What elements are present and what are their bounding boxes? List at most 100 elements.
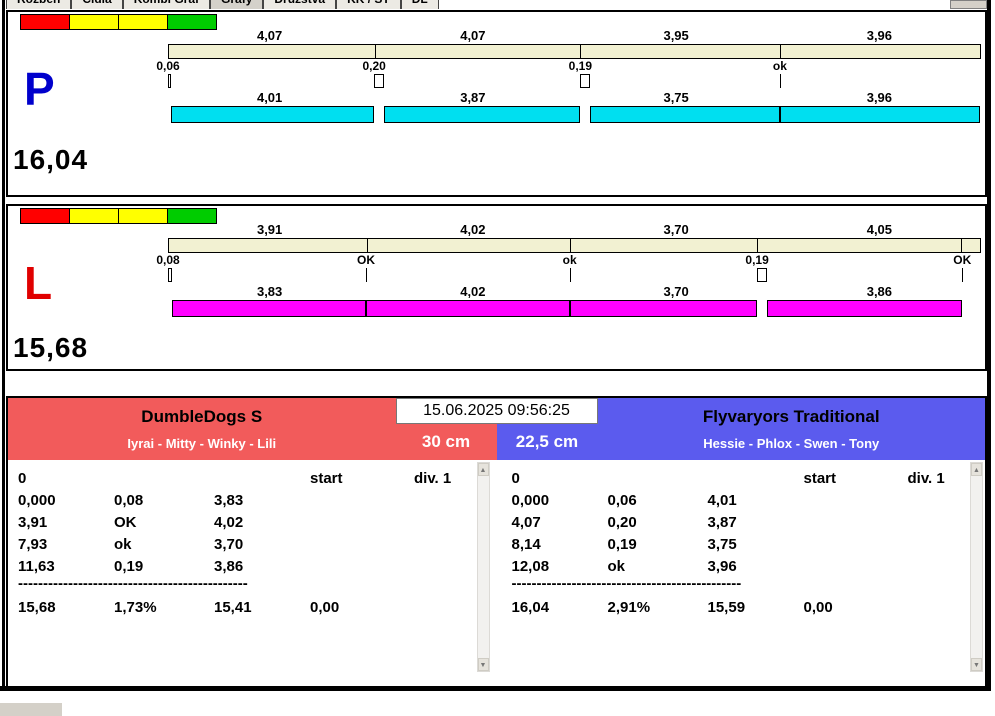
lane-letter: P xyxy=(24,63,55,115)
table-cell: 15,41 xyxy=(214,598,252,616)
crossing-labels: 0,08 OK ok 0,19 OK xyxy=(156,253,981,268)
window-corner-fragment xyxy=(0,703,62,716)
status-light xyxy=(69,14,119,30)
table-cell: 0,08 xyxy=(114,491,144,509)
lane-letter: L xyxy=(24,257,53,309)
split-divider xyxy=(374,45,376,58)
table-cell: 3,83 xyxy=(214,491,244,509)
crossing-ok-line xyxy=(779,74,781,88)
team-right-header: Flyvaryors Traditional Hessie - Phlox - … xyxy=(597,398,985,460)
jump-heights-row: 30 cm 22,5 cm xyxy=(395,424,598,460)
status-light xyxy=(118,208,168,224)
dog-run-segment xyxy=(366,300,570,317)
table-cell: OK xyxy=(114,513,137,531)
table-cell: 4,02 xyxy=(214,513,244,531)
jump-height-left: 30 cm xyxy=(395,424,497,460)
split-divider xyxy=(779,45,781,58)
tab-druzstva[interactable]: Druzstva xyxy=(263,0,337,9)
team-name: Flyvaryors Traditional xyxy=(702,407,880,426)
dog-time-labels: 4,01 3,87 3,75 3,96 xyxy=(168,90,981,106)
crossing-label: 0,19 xyxy=(568,59,593,73)
dog-run-segment xyxy=(766,300,963,317)
status-light xyxy=(69,208,119,224)
lane-total-time: 16,04 xyxy=(13,144,89,175)
table-cell: 0,00 xyxy=(310,598,340,616)
crossing-label: OK xyxy=(953,253,972,267)
split-divider xyxy=(366,239,368,252)
table-row: 16,04 2,91% 15,59 0,00 xyxy=(512,595,968,619)
crossing-loss-box xyxy=(374,74,385,88)
table-cell: div. 1 xyxy=(414,469,452,487)
team-members: Hessie - Phlox - Swen - Tony xyxy=(703,436,880,451)
table-row: 7,93 ok 3,70 xyxy=(18,533,474,555)
tab-kombi-graf[interactable]: Kombi Graf xyxy=(122,0,211,9)
table-row: 15,68 1,73% 15,41 0,00 xyxy=(18,595,474,619)
tab-kk-st[interactable]: KK / ST xyxy=(336,0,401,9)
tab-dl[interactable]: DL xyxy=(400,0,439,9)
tab-grafy[interactable]: Grafy xyxy=(210,0,264,9)
table-row: 0 start div. 1 xyxy=(18,467,474,489)
table-cell: 4,07 xyxy=(511,513,541,531)
table-row: 12,08 ok 3,96 xyxy=(512,555,968,577)
dog-time-label: 3,75 xyxy=(663,90,689,105)
crossing-ok-line xyxy=(366,268,368,282)
status-light xyxy=(20,14,70,30)
table-cell: 0,000 xyxy=(18,491,56,509)
scroll-down-icon[interactable]: ▼ xyxy=(477,658,489,671)
crossing-loss-box xyxy=(168,74,172,88)
table-cell: 15,59 xyxy=(707,598,746,616)
table-cell: 3,75 xyxy=(707,535,737,553)
dog-run-segment xyxy=(171,106,375,123)
table-cell: 3,70 xyxy=(214,535,244,553)
table-cell: 1,73% xyxy=(114,598,157,616)
dog-time-label: 3,87 xyxy=(460,90,486,105)
dog-run-segment xyxy=(569,300,758,317)
official-split-label: 4,02 xyxy=(460,222,486,237)
team-right-results: 0 start div. 1 0,000 0,06 4,01 4,07 0,20 3,87 8,1… xyxy=(501,460,985,686)
window-border-left xyxy=(2,0,5,690)
lane-panel-p: P 16,04 4,07 4,07 3,95 3,96 0,06 0,20 0,19 ok … xyxy=(6,10,987,197)
table-cell: 2,91% xyxy=(607,598,651,616)
dog-time-labels: 3,83 4,02 3,70 3,86 xyxy=(168,284,981,300)
scroll-up-icon[interactable]: ▲ xyxy=(971,463,982,476)
table-cell: start xyxy=(803,469,837,487)
lane-chart: 4,07 4,07 3,95 3,96 0,06 0,20 0,19 ok 4,01 3,87… xyxy=(156,28,981,124)
dog-run-segment xyxy=(172,300,367,317)
lane-chart: 3,91 4,02 3,70 4,05 0,08 OK ok 0,19 OK 3,83 4,02… xyxy=(156,222,981,318)
table-cell: 0,00 xyxy=(803,598,833,616)
crossing-label: ok xyxy=(772,59,787,73)
split-divider xyxy=(569,239,571,252)
crossing-loss-box xyxy=(757,268,767,282)
table-separator: ----------------------------------------… xyxy=(511,577,742,592)
table-cell: ok xyxy=(607,557,626,575)
official-split-labels: 4,07 4,07 3,95 3,96 xyxy=(168,28,981,44)
crossing-labels: 0,06 0,20 0,19 ok xyxy=(156,59,981,74)
scrollbar-fragment[interactable] xyxy=(950,0,987,9)
scroll-down-icon[interactable]: ▼ xyxy=(971,658,982,671)
crossing-ticks xyxy=(168,74,981,91)
results-table: 0 start div. 1 0,000 0,06 4,01 4,07 0,20 3,87 8,1… xyxy=(512,467,968,619)
table-row: 3,91 OK 4,02 xyxy=(18,511,474,533)
tab-cidla[interactable]: Cidla xyxy=(71,0,123,9)
table-cell: 4,01 xyxy=(707,491,737,509)
status-light xyxy=(20,208,70,224)
tab-rozbeh[interactable]: Rozbeh xyxy=(6,0,72,9)
crossing-ok-line xyxy=(569,268,571,282)
table-cell: 0,20 xyxy=(607,513,637,531)
scroll-up-icon[interactable]: ▲ xyxy=(477,463,489,476)
table-cell: 15,68 xyxy=(18,598,56,616)
crossing-label: 0,08 xyxy=(156,253,180,267)
scrollbar[interactable]: ▲ ▼ xyxy=(970,462,983,672)
table-cell: 3,87 xyxy=(707,513,737,531)
crossing-label: 0,20 xyxy=(362,59,386,73)
table-cell: 16,04 xyxy=(511,598,550,616)
dog-time-bar xyxy=(168,300,981,318)
official-split-label: 4,05 xyxy=(866,222,893,237)
scrollbar[interactable]: ▲ ▼ xyxy=(476,462,490,672)
official-split-label: 3,96 xyxy=(866,28,893,43)
dog-time-label: 4,02 xyxy=(460,284,486,299)
dog-run-segment xyxy=(589,106,780,123)
crossing-label: 0,06 xyxy=(156,59,180,73)
official-split-label: 3,91 xyxy=(256,222,283,237)
status-light xyxy=(118,14,168,30)
